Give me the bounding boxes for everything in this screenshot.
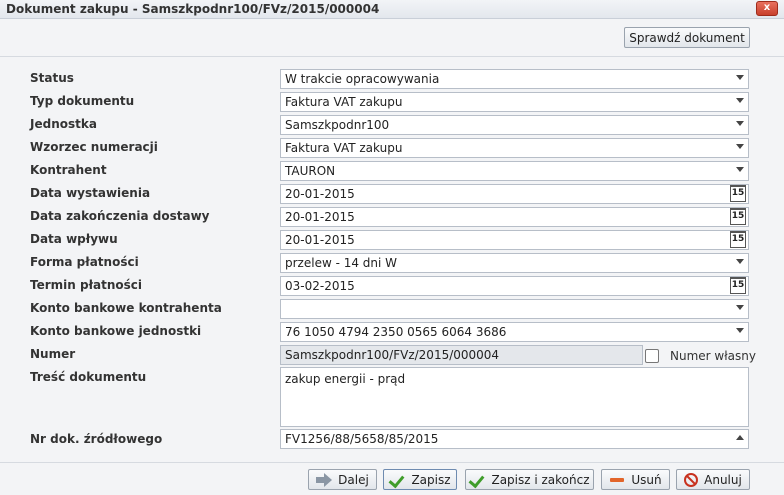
source-doc-value: FV1256/88/5658/85/2015 (285, 432, 439, 446)
action-bar: Dalej Zapisz Zapisz i zakończ Usuń Anulu… (0, 462, 784, 495)
check-icon (389, 473, 405, 487)
number-value: Samszkpodnr100/FVz/2015/000004 (285, 348, 500, 362)
unit-account-value: 76 1050 4794 2350 0565 6064 3686 (285, 325, 507, 339)
calendar-icon[interactable]: 15 (730, 185, 746, 202)
check-icon (469, 473, 485, 487)
chevron-down-icon[interactable] (736, 328, 744, 333)
delete-label: Usuń (631, 472, 662, 487)
arrow-right-icon (316, 472, 333, 487)
chevron-down-icon[interactable] (736, 98, 744, 103)
status-label: Status (30, 71, 74, 85)
content-label: Treść dokumentu (30, 370, 147, 384)
contractor-select[interactable]: TAURON (280, 161, 749, 181)
numbering-value: Faktura VAT zakupu (285, 141, 403, 155)
receipt-date-input[interactable]: 20-01-2015 15 (280, 230, 749, 250)
delete-button[interactable]: Usuń (601, 469, 670, 490)
chevron-down-icon[interactable] (736, 121, 744, 126)
own-number-label: Numer własny (670, 349, 756, 363)
doc-type-value: Faktura VAT zakupu (285, 95, 403, 109)
doc-type-label: Typ dokumentu (30, 94, 135, 108)
issue-date-input[interactable]: 20-01-2015 15 (280, 184, 749, 204)
source-doc-label: Nr dok. źródłowego (30, 432, 163, 446)
window-titlebar: Dokument zakupu - Samszkpodnr100/FVz/201… (0, 0, 784, 19)
status-select[interactable]: W trakcie opracowywania (280, 69, 749, 89)
calendar-icon[interactable]: 15 (730, 208, 746, 225)
numbering-label: Wzorzec numeracji (30, 140, 158, 154)
save-button[interactable]: Zapisz (383, 469, 457, 490)
contractor-value: TAURON (285, 164, 336, 178)
numbering-select[interactable]: Faktura VAT zakupu (280, 138, 749, 158)
verify-document-button[interactable]: Sprawdź dokument (624, 27, 750, 48)
unit-label: Jednostka (30, 117, 97, 131)
issue-date-value: 20-01-2015 (285, 187, 355, 201)
delivery-date-label: Data zakończenia dostawy (30, 209, 210, 223)
window-title: Dokument zakupu - Samszkpodnr100/FVz/201… (6, 2, 380, 16)
delivery-date-value: 20-01-2015 (285, 210, 355, 224)
calendar-icon[interactable]: 15 (730, 231, 746, 248)
save-close-button[interactable]: Zapisz i zakończ (465, 469, 594, 490)
delivery-date-input[interactable]: 20-01-2015 15 (280, 207, 749, 227)
next-label: Dalej (338, 472, 369, 487)
payment-form-label: Forma płatności (30, 255, 139, 269)
cancel-button[interactable]: Anuluj (676, 469, 750, 490)
own-number-checkbox[interactable] (645, 349, 659, 363)
number-label: Numer (30, 347, 76, 361)
payment-form-select[interactable]: przelew - 14 dni W (280, 253, 749, 273)
calendar-icon[interactable]: 15 (730, 277, 746, 294)
save-close-label: Zapisz i zakończ (491, 472, 590, 487)
save-label: Zapisz (411, 472, 451, 487)
doc-type-select[interactable]: Faktura VAT zakupu (280, 92, 749, 112)
payment-term-label: Termin płatności (30, 278, 143, 292)
contractor-account-select[interactable] (280, 299, 749, 319)
number-field: Samszkpodnr100/FVz/2015/000004 (280, 345, 643, 365)
contractor-account-label: Konto bankowe kontrahenta (30, 301, 222, 315)
issue-date-label: Data wystawienia (30, 186, 151, 200)
receipt-date-label: Data wpływu (30, 232, 118, 246)
content-value: zakup energii - prąd (285, 372, 406, 386)
payment-term-input[interactable]: 03-02-2015 15 (280, 276, 749, 296)
source-doc-input[interactable]: FV1256/88/5658/85/2015 (280, 429, 749, 449)
payment-form-value: przelew - 14 dni W (285, 256, 398, 270)
chevron-up-icon[interactable] (736, 435, 744, 440)
cancel-label: Anuluj (704, 472, 742, 487)
unit-value: Samszkpodnr100 (285, 118, 390, 132)
contractor-label: Kontrahent (30, 163, 107, 177)
content-textarea[interactable]: zakup energii - prąd (280, 367, 749, 427)
minus-icon (609, 473, 625, 487)
close-button[interactable]: x (756, 1, 778, 16)
unit-account-select[interactable]: 76 1050 4794 2350 0565 6064 3686 (280, 322, 749, 342)
unit-select[interactable]: Samszkpodnr100 (280, 115, 749, 135)
receipt-date-value: 20-01-2015 (285, 233, 355, 247)
status-value: W trakcie opracowywania (285, 72, 440, 86)
chevron-down-icon[interactable] (736, 167, 744, 172)
chevron-down-icon[interactable] (736, 144, 744, 149)
top-toolbar: Sprawdź dokument (0, 19, 784, 57)
chevron-down-icon[interactable] (736, 305, 744, 310)
payment-term-value: 03-02-2015 (285, 279, 355, 293)
unit-account-label: Konto bankowe jednostki (30, 324, 202, 338)
chevron-down-icon[interactable] (736, 75, 744, 80)
chevron-down-icon[interactable] (736, 259, 744, 264)
next-button[interactable]: Dalej (308, 469, 377, 490)
cancel-icon (684, 472, 699, 487)
